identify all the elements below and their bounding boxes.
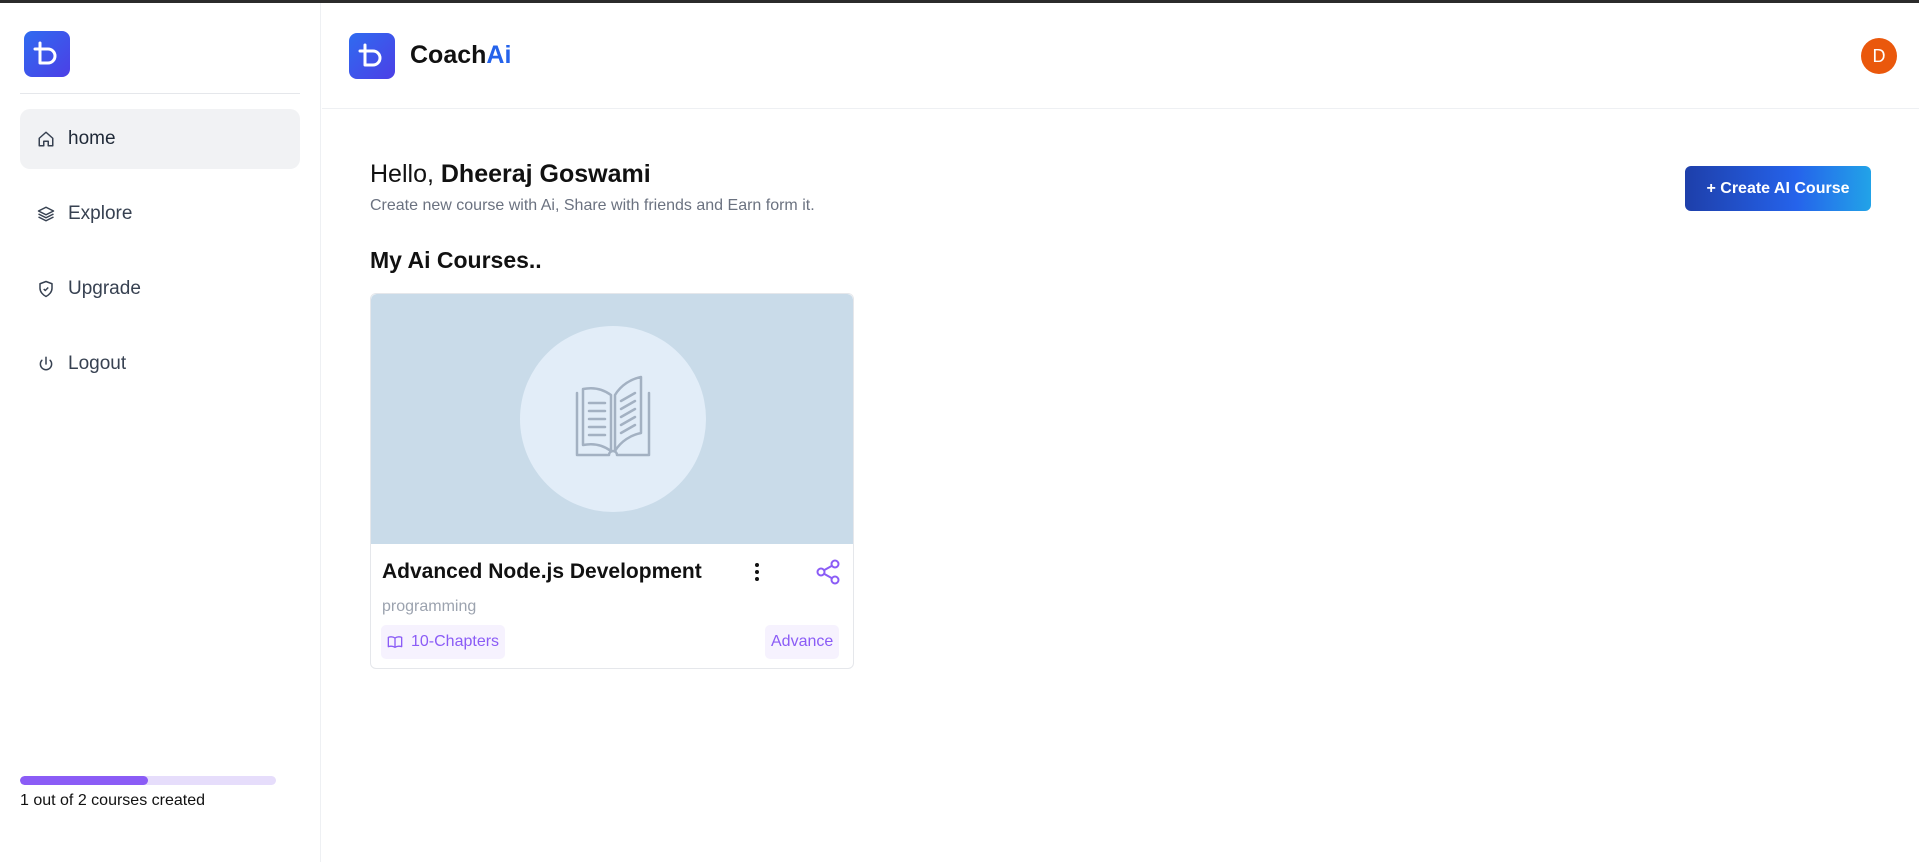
sidebar-item-logout[interactable]: Logout (20, 334, 300, 394)
courses-progress-bar (20, 776, 276, 785)
sidebar-item-explore[interactable]: Explore (20, 184, 300, 244)
shield-icon (36, 279, 56, 299)
sidebar-item-upgrade[interactable]: Upgrade (20, 259, 300, 319)
home-icon (36, 129, 56, 149)
brand-name: CoachAi (410, 41, 511, 70)
chapters-count: 10-Chapters (411, 633, 500, 650)
sidebar-item-label: Explore (68, 203, 133, 224)
course-banner (371, 294, 853, 544)
course-category: programming (382, 598, 477, 615)
more-options-icon[interactable] (751, 560, 763, 584)
progress-fill (20, 776, 148, 785)
logo-icon (33, 41, 57, 65)
create-ai-course-button[interactable]: + Create AI Course (1685, 166, 1871, 211)
sidebar-divider (20, 93, 300, 94)
brand-main: Coach (410, 41, 487, 69)
logo-icon (358, 43, 382, 67)
section-title: My Ai Courses.. (370, 247, 542, 273)
greeting-prefix: Hello, (370, 160, 441, 188)
layers-icon (36, 204, 56, 224)
sidebar-item-label: home (68, 128, 116, 149)
user-name: Dheeraj Goswami (440, 160, 651, 188)
brand-accent: Ai (486, 41, 512, 69)
power-icon (36, 354, 56, 374)
top-header: CoachAi D (322, 3, 1919, 109)
greeting: Hello, Dheeraj Goswami (370, 160, 651, 189)
share-icon[interactable] (814, 558, 842, 586)
course-title: Advanced Node.js Development (382, 560, 702, 583)
page-subtitle: Create new course with Ai, Share with fr… (370, 197, 815, 214)
sidebar-nav: home Explore Upgrade Logout (20, 109, 300, 409)
sidebar-item-label: Logout (68, 353, 127, 374)
user-avatar[interactable]: D (1861, 38, 1897, 74)
book-icon (387, 636, 403, 648)
book-placeholder (520, 326, 706, 512)
sidebar: home Explore Upgrade Logout 1 out of 2 c… (0, 3, 321, 862)
sidebar-item-home[interactable]: home (20, 109, 300, 169)
open-book-icon (575, 375, 651, 457)
progress-text: 1 out of 2 courses created (20, 792, 205, 809)
sidebar-item-label: Upgrade (68, 278, 141, 299)
header-logo[interactable] (349, 33, 395, 79)
chapters-badge: 10-Chapters (381, 625, 506, 659)
level-badge: Advance (765, 625, 840, 659)
app-logo[interactable] (24, 31, 70, 77)
course-card[interactable]: Advanced Node.js Development programming… (370, 293, 854, 669)
